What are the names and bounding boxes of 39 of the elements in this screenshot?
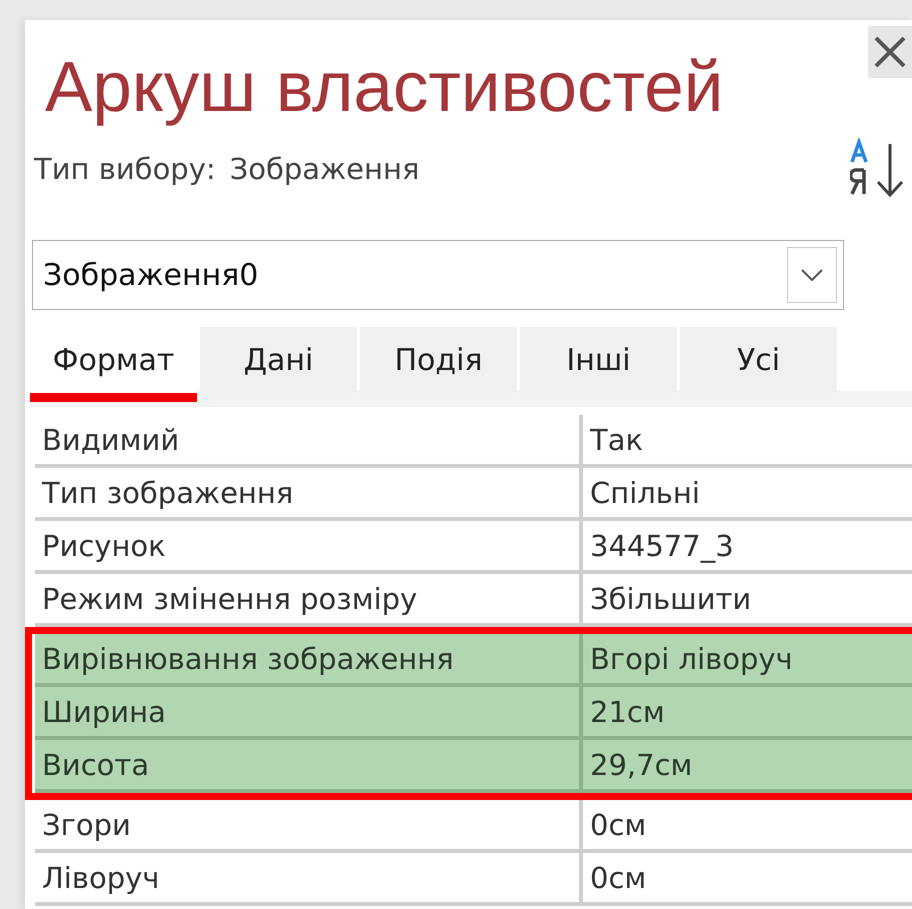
close-icon <box>873 35 907 69</box>
property-row[interactable]: Згори 0см <box>35 800 912 853</box>
property-name: Висота <box>35 740 583 789</box>
property-value: Спільні <box>589 475 701 512</box>
property-value: Вгорі ліворуч <box>589 641 794 678</box>
window-title: Аркуш властивостей <box>44 47 724 128</box>
property-name: Ширина <box>35 687 583 736</box>
property-row[interactable]: Режим змінення розміру Збільшити <box>35 574 912 627</box>
property-name: Режим змінення розміру <box>35 574 583 623</box>
selection-type-label: Тип вибору: <box>34 152 216 186</box>
property-name: Видимий <box>35 415 583 464</box>
highlighted-row[interactable]: Вирівнювання зображення Вгорі ліворуч <box>35 634 912 687</box>
highlighted-row[interactable]: Висота 29,7см <box>35 740 912 793</box>
property-value: 0см <box>589 807 648 844</box>
tab[interactable]: Усі <box>680 327 837 393</box>
close-button[interactable] <box>868 26 912 78</box>
property-name: Тип зображення <box>35 468 583 517</box>
property-name: Вирівнювання зображення <box>35 634 583 683</box>
selection-type-value: Зображення <box>230 152 420 186</box>
property-value: 21см <box>589 694 666 731</box>
property-value: 0см <box>589 860 648 897</box>
property-row[interactable]: Рисунок 344577_3 <box>35 521 912 574</box>
tab[interactable]: Дані <box>200 327 357 393</box>
property-row[interactable]: Тип зображення Спільні <box>35 468 912 521</box>
property-value: 344577_3 <box>589 528 735 565</box>
tab[interactable]: Подія <box>360 327 517 393</box>
property-name: Згори <box>35 800 583 849</box>
sort-icon[interactable] <box>850 138 906 200</box>
highlighted-row[interactable]: Ширина 21см <box>35 687 912 740</box>
property-row[interactable]: Видимий Так <box>35 415 912 468</box>
tab[interactable]: Інші <box>520 327 677 393</box>
chevron-down-icon <box>801 269 823 281</box>
property-value: 29,7см <box>589 747 694 784</box>
object-dropdown[interactable]: Зображення0 <box>32 240 844 310</box>
property-value: Так <box>588 422 644 459</box>
property-name: Ліворуч <box>35 853 583 902</box>
property-name: Рисунок <box>35 521 583 570</box>
property-value: Збільшити <box>589 581 752 618</box>
property-row[interactable]: Ліворуч 0см <box>35 853 912 906</box>
